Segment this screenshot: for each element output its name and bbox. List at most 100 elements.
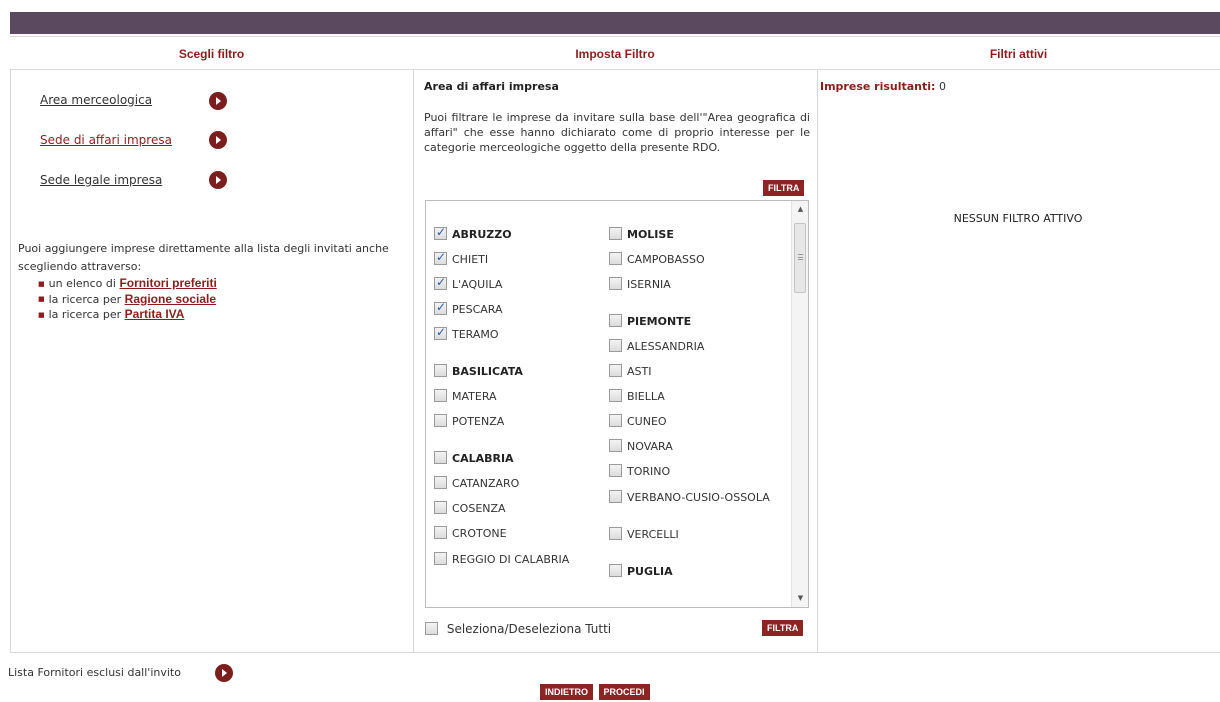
- arrow-right-icon[interactable]: [209, 131, 227, 149]
- list-item: la ricerca per Ragione sociale: [38, 292, 217, 308]
- filter-button-bottom[interactable]: FILTRA: [762, 620, 804, 636]
- link-ragione-sociale[interactable]: Ragione sociale: [125, 292, 216, 306]
- item-prefix: un elenco di: [48, 277, 116, 290]
- checkbox[interactable]: [609, 389, 622, 402]
- excluded-suppliers[interactable]: Lista Fornitori esclusi dall'invito: [8, 666, 181, 679]
- province-row[interactable]: TERAMO: [434, 325, 604, 352]
- checkbox-label: CATANZARO: [452, 477, 520, 490]
- scroll-thumb[interactable]: [794, 223, 806, 293]
- checkbox[interactable]: [609, 564, 622, 577]
- checkbox[interactable]: [434, 300, 447, 315]
- region-row[interactable]: ABRUZZO: [434, 225, 604, 252]
- checkbox[interactable]: [609, 464, 622, 477]
- province-row[interactable]: TORINO: [609, 464, 779, 489]
- region-row[interactable]: CALABRIA: [434, 451, 604, 476]
- checkbox-label: PIEMONTE: [627, 315, 692, 328]
- nav-item-area-merceologica[interactable]: Area merceologica: [40, 93, 152, 107]
- province-row[interactable]: POTENZA: [434, 414, 604, 439]
- arrow-right-icon[interactable]: [209, 92, 227, 110]
- checkbox-label: BASILICATA: [452, 365, 523, 378]
- region-row[interactable]: PUGLIA: [609, 564, 779, 589]
- checkbox[interactable]: [434, 414, 447, 427]
- link-partita-iva[interactable]: Partita IVA: [125, 307, 185, 321]
- checkbox[interactable]: [434, 552, 447, 565]
- checkbox[interactable]: [434, 225, 447, 240]
- checkbox-label: VERBANO-CUSIO-OSSOLA: [627, 491, 770, 504]
- checkbox[interactable]: [434, 364, 447, 377]
- select-all-checkbox[interactable]: [425, 622, 438, 635]
- province-row[interactable]: CROTONE: [434, 526, 604, 551]
- province-row[interactable]: CATANZARO: [434, 476, 604, 501]
- nav-item-sede-legale[interactable]: Sede legale impresa: [40, 173, 162, 187]
- province-row[interactable]: ALESSANDRIA: [609, 339, 779, 364]
- province-row[interactable]: VERBANO-CUSIO-OSSOLA: [609, 489, 779, 527]
- checkbox[interactable]: [609, 277, 622, 290]
- checkbox[interactable]: [434, 476, 447, 489]
- nav-link-sede-legale[interactable]: Sede legale impresa: [40, 173, 162, 187]
- back-button[interactable]: INDIETRO: [540, 684, 594, 700]
- region-list[interactable]: ABRUZZO CHIETI L'AQUILA PESCARA TERAMO BASILI…: [425, 200, 809, 608]
- checkbox[interactable]: [434, 389, 447, 402]
- checkbox-label: REGGIO DI CALABRIA: [452, 553, 570, 566]
- province-row[interactable]: BIELLA: [609, 389, 779, 414]
- province-row[interactable]: NOVARA: [609, 439, 779, 464]
- proceed-button[interactable]: PROCEDI: [598, 684, 650, 700]
- checkbox[interactable]: [609, 364, 622, 377]
- province-row[interactable]: VERCELLI: [609, 527, 779, 552]
- link-fornitori-preferiti[interactable]: Fornitori preferiti: [119, 276, 216, 290]
- checkbox-label: ALESSANDRIA: [627, 340, 705, 353]
- region-row[interactable]: PIEMONTE: [609, 314, 779, 339]
- checkbox[interactable]: [434, 451, 447, 464]
- bottom-divider: [10, 652, 1220, 653]
- province-row[interactable]: REGGIO DI CALABRIA: [434, 551, 604, 589]
- nav-link-sede-affari[interactable]: Sede di affari impresa: [40, 133, 172, 147]
- checkbox-label: NOVARA: [627, 440, 673, 453]
- nav-link-area-merceologica[interactable]: Area merceologica: [40, 93, 152, 107]
- checkbox-label: ASTI: [627, 365, 652, 378]
- arrow-right-icon[interactable]: [209, 171, 227, 189]
- nav-item-sede-affari[interactable]: Sede di affari impresa: [40, 133, 172, 147]
- top-bar: [10, 12, 1220, 34]
- scroll-down-icon[interactable]: ▼: [792, 590, 808, 607]
- province-row[interactable]: PESCARA: [434, 300, 604, 327]
- checkbox[interactable]: [434, 250, 447, 265]
- select-all[interactable]: Seleziona/Deseleziona Tutti: [425, 622, 611, 636]
- checkbox[interactable]: [434, 325, 447, 340]
- province-row[interactable]: CAMPOBASSO: [609, 252, 779, 277]
- province-row[interactable]: CUNEO: [609, 414, 779, 439]
- excluded-suppliers-label: Lista Fornitori esclusi dall'invito: [8, 666, 181, 679]
- item-prefix: la ricerca per: [48, 308, 122, 321]
- results-count-value: 0: [938, 80, 946, 93]
- scrollbar[interactable]: ▲ ▼: [791, 201, 808, 607]
- checkbox-label: PUGLIA: [627, 565, 673, 578]
- province-row[interactable]: CHIETI: [434, 250, 604, 277]
- checkbox[interactable]: [609, 414, 622, 427]
- checkbox[interactable]: [609, 490, 622, 503]
- checkbox[interactable]: [434, 275, 447, 290]
- checkbox[interactable]: [609, 314, 622, 327]
- column-border: [10, 70, 11, 652]
- region-row[interactable]: BASILICATA: [434, 364, 604, 389]
- checkbox[interactable]: [609, 339, 622, 352]
- item-prefix: la ricerca per: [48, 292, 122, 306]
- checkbox[interactable]: [434, 526, 447, 539]
- checkbox[interactable]: [609, 439, 622, 452]
- region-column-left: ABRUZZO CHIETI L'AQUILA PESCARA TERAMO BASILI…: [434, 225, 604, 589]
- column-separator: [413, 70, 414, 652]
- province-row[interactable]: ISERNIA: [609, 277, 779, 302]
- checkbox-label: MATERA: [452, 390, 497, 403]
- checkbox[interactable]: [609, 252, 622, 265]
- province-row[interactable]: ASTI: [609, 364, 779, 389]
- checkbox[interactable]: [434, 501, 447, 514]
- scroll-up-icon[interactable]: ▲: [792, 201, 808, 218]
- region-row[interactable]: MOLISE: [609, 227, 779, 252]
- province-row[interactable]: COSENZA: [434, 501, 604, 526]
- add-options-list: un elenco di Fornitori preferiti la rice…: [38, 276, 217, 323]
- arrow-right-icon[interactable]: [215, 664, 233, 682]
- checkbox[interactable]: [609, 227, 622, 240]
- filter-button-top[interactable]: FILTRA: [763, 180, 805, 196]
- footer-buttons: INDIETRO PROCEDI: [540, 684, 650, 700]
- province-row[interactable]: MATERA: [434, 389, 604, 414]
- checkbox[interactable]: [609, 527, 622, 540]
- province-row[interactable]: L'AQUILA: [434, 275, 604, 302]
